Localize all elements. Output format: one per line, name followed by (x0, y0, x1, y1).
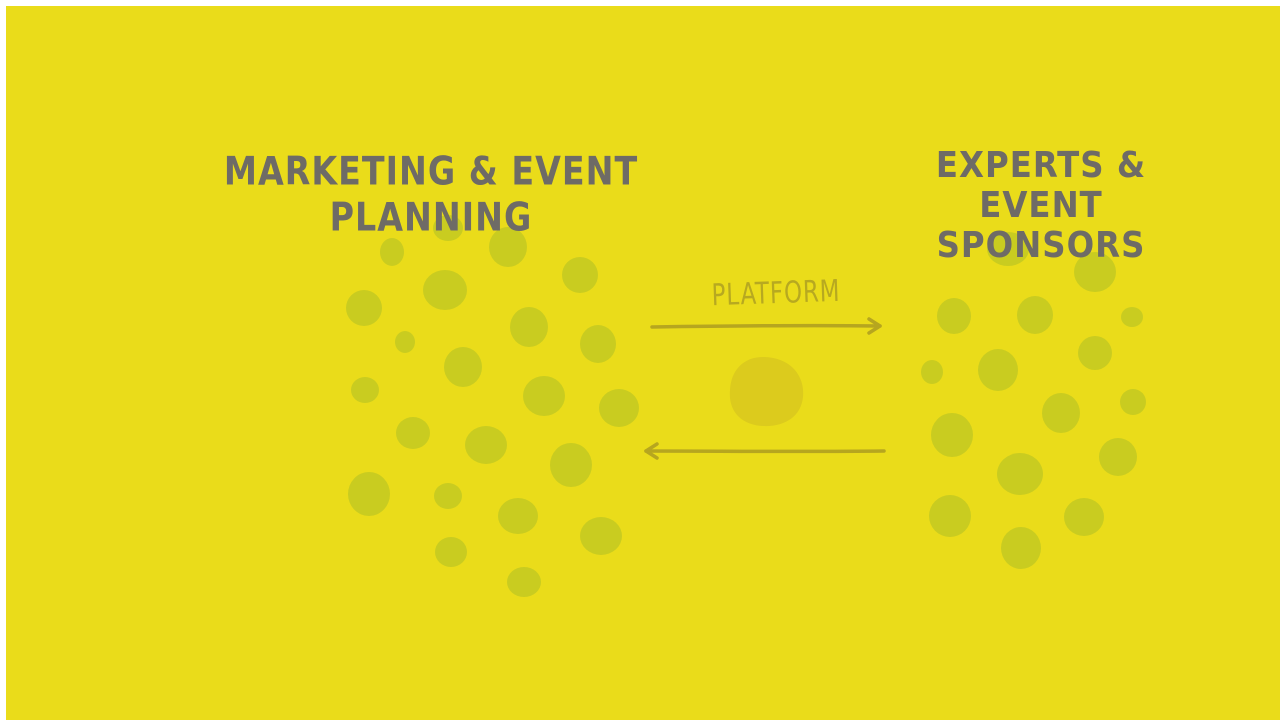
right-cluster-dot (1099, 438, 1137, 476)
left-cluster-dot (351, 377, 379, 403)
left-cluster-dot (435, 537, 467, 567)
left-cluster-dot (523, 376, 565, 416)
right-cluster-dot (929, 495, 971, 537)
left-cluster-dot (510, 307, 548, 347)
platform-center-blob (729, 356, 804, 427)
right-cluster-dot (1064, 498, 1104, 536)
slide: Marketing & Event Planning Experts & Eve… (6, 6, 1280, 720)
left-group-title: Marketing & Event Planning (223, 148, 639, 241)
left-cluster-dot (444, 347, 482, 387)
left-cluster-dot (380, 238, 404, 266)
right-cluster-dot (1042, 393, 1080, 433)
right-arrow (650, 317, 882, 335)
left-cluster-dot (348, 472, 390, 516)
right-cluster-dot (1017, 296, 1053, 334)
right-cluster-dot (931, 413, 973, 457)
right-cluster-dot (978, 349, 1018, 391)
right-cluster-dot (1121, 307, 1143, 327)
right-cluster-dot (1120, 389, 1146, 415)
left-cluster-dot (507, 567, 541, 597)
right-cluster-dot (1001, 527, 1041, 569)
left-cluster-dot (580, 517, 622, 555)
diagram (346, 215, 1146, 597)
right-cluster-dot (937, 298, 971, 334)
left-dot-cluster (346, 215, 639, 597)
left-arrow (644, 442, 886, 460)
left-cluster-dot (465, 426, 507, 464)
right-cluster-dot (997, 453, 1043, 495)
left-cluster-dot (562, 257, 598, 293)
right-cluster-dot (1078, 336, 1112, 370)
left-cluster-dot (434, 483, 462, 509)
left-cluster-dot (580, 325, 616, 363)
left-cluster-dot (599, 389, 639, 427)
left-cluster-dot (346, 290, 382, 326)
right-cluster-dot (921, 360, 943, 384)
right-dot-cluster (921, 232, 1146, 569)
left-cluster-dot (498, 498, 538, 534)
left-cluster-dot (423, 270, 467, 310)
left-cluster-dot (396, 417, 430, 449)
left-cluster-dot (550, 443, 592, 487)
left-cluster-dot (395, 331, 415, 353)
platform-label: PLATFORM (711, 273, 841, 314)
right-group-title: Experts & Event Sponsors (935, 145, 1147, 266)
